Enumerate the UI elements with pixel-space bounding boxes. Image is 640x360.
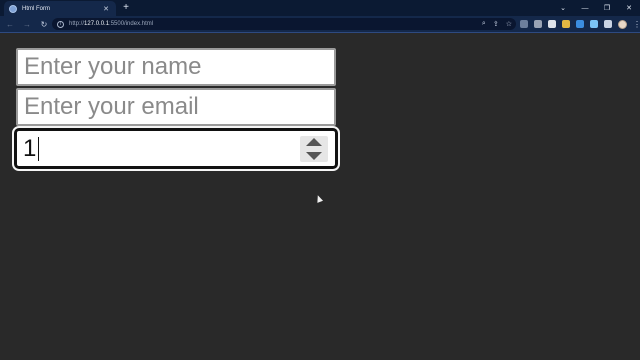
text-caret: [38, 136, 40, 161]
tab-title: Html Form: [22, 5, 50, 12]
tab-search-icon[interactable]: ⌄: [552, 0, 574, 16]
omnibox-icons: ⌕ ⇪ ☆: [482, 18, 512, 30]
url-host: 127.0.0.1: [84, 21, 110, 27]
restore-button[interactable]: ❐: [596, 0, 618, 16]
new-tab-button[interactable]: +: [120, 2, 132, 14]
increment-arrow-icon[interactable]: [306, 138, 322, 146]
close-tab-icon[interactable]: ✕: [100, 5, 112, 13]
title-bar: Html Form ✕ + ⌄ — ❐ ✕: [0, 0, 640, 16]
sidebar-icon[interactable]: [604, 20, 612, 28]
extension-icon[interactable]: [548, 20, 556, 28]
avatar[interactable]: [618, 19, 627, 29]
zoom-icon[interactable]: ⌕: [482, 20, 486, 28]
back-button[interactable]: ←: [3, 17, 17, 31]
page-content: Enter your name Enter your email 1: [0, 33, 640, 360]
info-icon[interactable]: i: [57, 20, 64, 28]
browser-toolbar: ← → ↻ i http://127.0.0.1:5500/index.html…: [0, 16, 640, 32]
extension-icon[interactable]: [534, 20, 542, 28]
extension-icon[interactable]: [576, 20, 584, 28]
globe-icon: [9, 4, 17, 13]
name-input[interactable]: Enter your name: [16, 48, 336, 86]
reload-button[interactable]: ↻: [37, 17, 51, 31]
url-path: :5500/index.html: [109, 21, 154, 27]
bookmark-star-icon[interactable]: ☆: [506, 20, 512, 28]
tab-html-form[interactable]: Html Form ✕: [4, 1, 116, 16]
number-stepper[interactable]: [300, 136, 328, 162]
menu-kebab-icon[interactable]: ⋮: [633, 20, 640, 29]
extensions-area: ⋮: [520, 18, 640, 30]
extension-icon[interactable]: [562, 20, 570, 28]
address-bar[interactable]: i http://127.0.0.1:5500/index.html ⌕ ⇪ ☆: [52, 18, 516, 30]
number-value: 1: [23, 134, 37, 162]
share-icon[interactable]: ⇪: [493, 20, 499, 28]
mouse-pointer-icon: [314, 194, 324, 203]
extension-icon[interactable]: [520, 20, 528, 28]
window-controls: ⌄ — ❐ ✕: [552, 0, 640, 16]
close-window-button[interactable]: ✕: [618, 0, 640, 16]
forward-button[interactable]: →: [20, 17, 34, 31]
url-scheme: http://: [69, 21, 85, 27]
email-input[interactable]: Enter your email: [16, 88, 336, 126]
url-text: http://127.0.0.1:5500/index.html: [69, 21, 153, 27]
number-input[interactable]: 1: [12, 126, 340, 171]
minimize-button[interactable]: —: [574, 0, 596, 16]
puzzle-icon[interactable]: [590, 20, 598, 28]
decrement-arrow-icon[interactable]: [306, 152, 322, 160]
